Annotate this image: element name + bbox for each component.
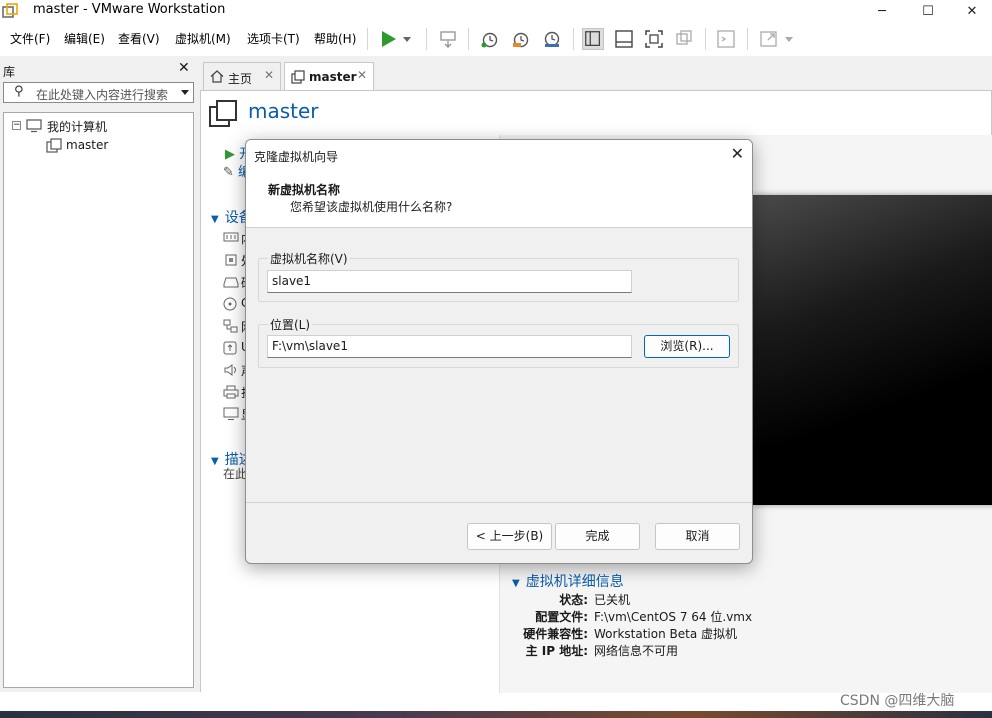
library-close-button[interactable]: ✕ [178, 60, 190, 76]
library-search-input[interactable]: ⚲ 在此处键入内容进行搜索 [3, 82, 194, 103]
vm-large-icon [209, 100, 237, 127]
menu-vm[interactable]: 虚拟机(M) [175, 30, 231, 47]
stretch-dropdown-icon[interactable] [782, 28, 796, 50]
toolbar-separator [367, 28, 368, 50]
dialog-close-button[interactable]: ✕ [731, 144, 744, 163]
dialog-titlebar: 克隆虚拟机向导 ✕ [246, 140, 752, 170]
detail-value: 网络信息不可用 [594, 644, 679, 658]
tree-collapse-toggle[interactable]: − [12, 121, 21, 130]
back-button[interactable]: < 上一步(B) [467, 523, 552, 550]
tab-master-close-icon[interactable]: ✕ [357, 68, 367, 82]
window-title: master - VMware Workstation [33, 2, 226, 17]
display-icon [223, 407, 239, 421]
vm-name-input[interactable]: slave1 [267, 270, 632, 293]
menu-edit[interactable]: 编辑(E) [64, 30, 105, 47]
menu-help[interactable]: 帮助(H) [314, 30, 356, 47]
usb-controller-icon [223, 341, 239, 355]
dialog-subheading: 您希望该虚拟机使用什么名称? [290, 200, 453, 214]
menu-tabs[interactable]: 选项卡(T) [247, 30, 300, 47]
detail-key: 状态: [559, 593, 588, 607]
stretch-guest-icon[interactable] [758, 28, 780, 50]
desktop-background-strip [0, 711, 992, 718]
location-group-label: 位置(L) [268, 316, 313, 333]
vm-icon [46, 138, 62, 153]
browse-button[interactable]: 浏览(R)... [644, 335, 730, 358]
toolbar-separator [705, 28, 706, 50]
detail-value: F:\vm\CentOS 7 64 位.vmx [594, 610, 753, 624]
tree-item-my-computer[interactable]: 我的计算机 [47, 118, 107, 135]
processor-icon [223, 253, 239, 267]
snapshot-revert-icon[interactable] [510, 28, 532, 50]
details-section-label: 虚拟机详细信息 [525, 574, 624, 590]
details-section-header[interactable]: ▼ 虚拟机详细信息 [512, 571, 624, 591]
menu-file[interactable]: 文件(F) [10, 30, 50, 47]
watermark-text: CSDN @四维大脑 [840, 693, 955, 709]
minimize-button[interactable]: ─ [860, 0, 904, 22]
maximize-button[interactable]: ☐ [906, 0, 950, 22]
clone-vm-wizard-dialog: 克隆虚拟机向导 ✕ 新虚拟机名称 您希望该虚拟机使用什么名称? 虚拟机名称(V)… [245, 139, 753, 564]
window-titlebar: master - VMware Workstation ─ ☐ ✕ [0, 0, 992, 22]
memory-icon [223, 231, 239, 245]
computer-icon [26, 119, 42, 133]
home-icon [210, 70, 224, 83]
fullscreen-icon[interactable] [643, 28, 665, 50]
vm-name-group: 虚拟机名称(V) slave1 [258, 250, 739, 302]
hard-disk-icon [223, 275, 239, 289]
description-placeholder[interactable]: 在此 [223, 465, 247, 482]
toolbar-separator [573, 28, 574, 50]
console-view-icon[interactable] [715, 28, 737, 50]
detail-value: 已关机 [594, 593, 631, 607]
detail-key: 主 IP 地址: [525, 644, 588, 658]
location-group: 位置(L) F:\vm\slave1 浏览(R)... [258, 316, 739, 368]
library-view-icon[interactable] [582, 28, 604, 50]
menu-toolbar: 文件(F) 编辑(E) 查看(V) 虚拟机(M) 选项卡(T) 帮助(H) [0, 22, 992, 56]
vm-tab-icon [291, 70, 305, 84]
close-button[interactable]: ✕ [950, 0, 992, 22]
cd-dvd-icon [223, 297, 239, 311]
tab-master-label: master [309, 70, 357, 84]
dialog-title: 克隆虚拟机向导 [254, 150, 339, 164]
play-icon[interactable] [377, 28, 399, 50]
thumbnail-bar-icon[interactable] [613, 28, 635, 50]
tab-master[interactable]: master ✕ [284, 62, 374, 90]
library-title: 库 [3, 65, 16, 79]
tab-home-close-icon[interactable]: ✕ [264, 68, 274, 82]
tab-home-label: 主页 [228, 72, 253, 86]
tab-home[interactable]: 主页 ✕ [203, 62, 281, 90]
library-tree: − 我的计算机 master [3, 112, 194, 688]
tree-item-master[interactable]: master [66, 138, 108, 152]
toolbar-separator [468, 28, 469, 50]
detail-key: 硬件兼容性: [523, 627, 588, 641]
snapshot-take-icon[interactable] [479, 28, 501, 50]
location-input[interactable]: F:\vm\slave1 [267, 335, 632, 358]
unity-icon[interactable] [673, 28, 695, 50]
toolbar-separator [747, 28, 748, 50]
vm-screen-preview[interactable] [753, 195, 992, 505]
dialog-heading: 新虚拟机名称 [268, 183, 341, 197]
dialog-footer-divider [246, 502, 752, 503]
detail-key: 配置文件: [535, 610, 588, 624]
library-panel: 库 ✕ ⚲ 在此处键入内容进行搜索 − 我的计算机 master [0, 56, 197, 692]
search-icon: ⚲ [14, 84, 24, 99]
printer-icon [223, 385, 239, 399]
sound-card-icon [223, 363, 239, 377]
toolbar-separator [426, 28, 427, 50]
cancel-button[interactable]: 取消 [655, 523, 740, 550]
send-ctrl-alt-del-icon[interactable] [437, 28, 459, 50]
vm-name-group-label: 虚拟机名称(V) [268, 250, 350, 267]
search-placeholder: 在此处键入内容进行搜索 [36, 88, 169, 102]
menu-view[interactable]: 查看(V) [118, 30, 160, 47]
vm-name-title: master [248, 99, 319, 123]
dropdown-arrow-icon[interactable] [400, 28, 414, 50]
finish-button[interactable]: 完成 [555, 523, 640, 550]
snapshot-manager-icon[interactable] [541, 28, 563, 50]
search-dropdown-icon[interactable] [180, 85, 190, 99]
detail-value: Workstation Beta 虚拟机 [594, 627, 737, 641]
dialog-header: 新虚拟机名称 您希望该虚拟机使用什么名称? [246, 170, 752, 228]
vmware-app-icon [2, 3, 18, 18]
network-adapter-icon [223, 319, 239, 333]
